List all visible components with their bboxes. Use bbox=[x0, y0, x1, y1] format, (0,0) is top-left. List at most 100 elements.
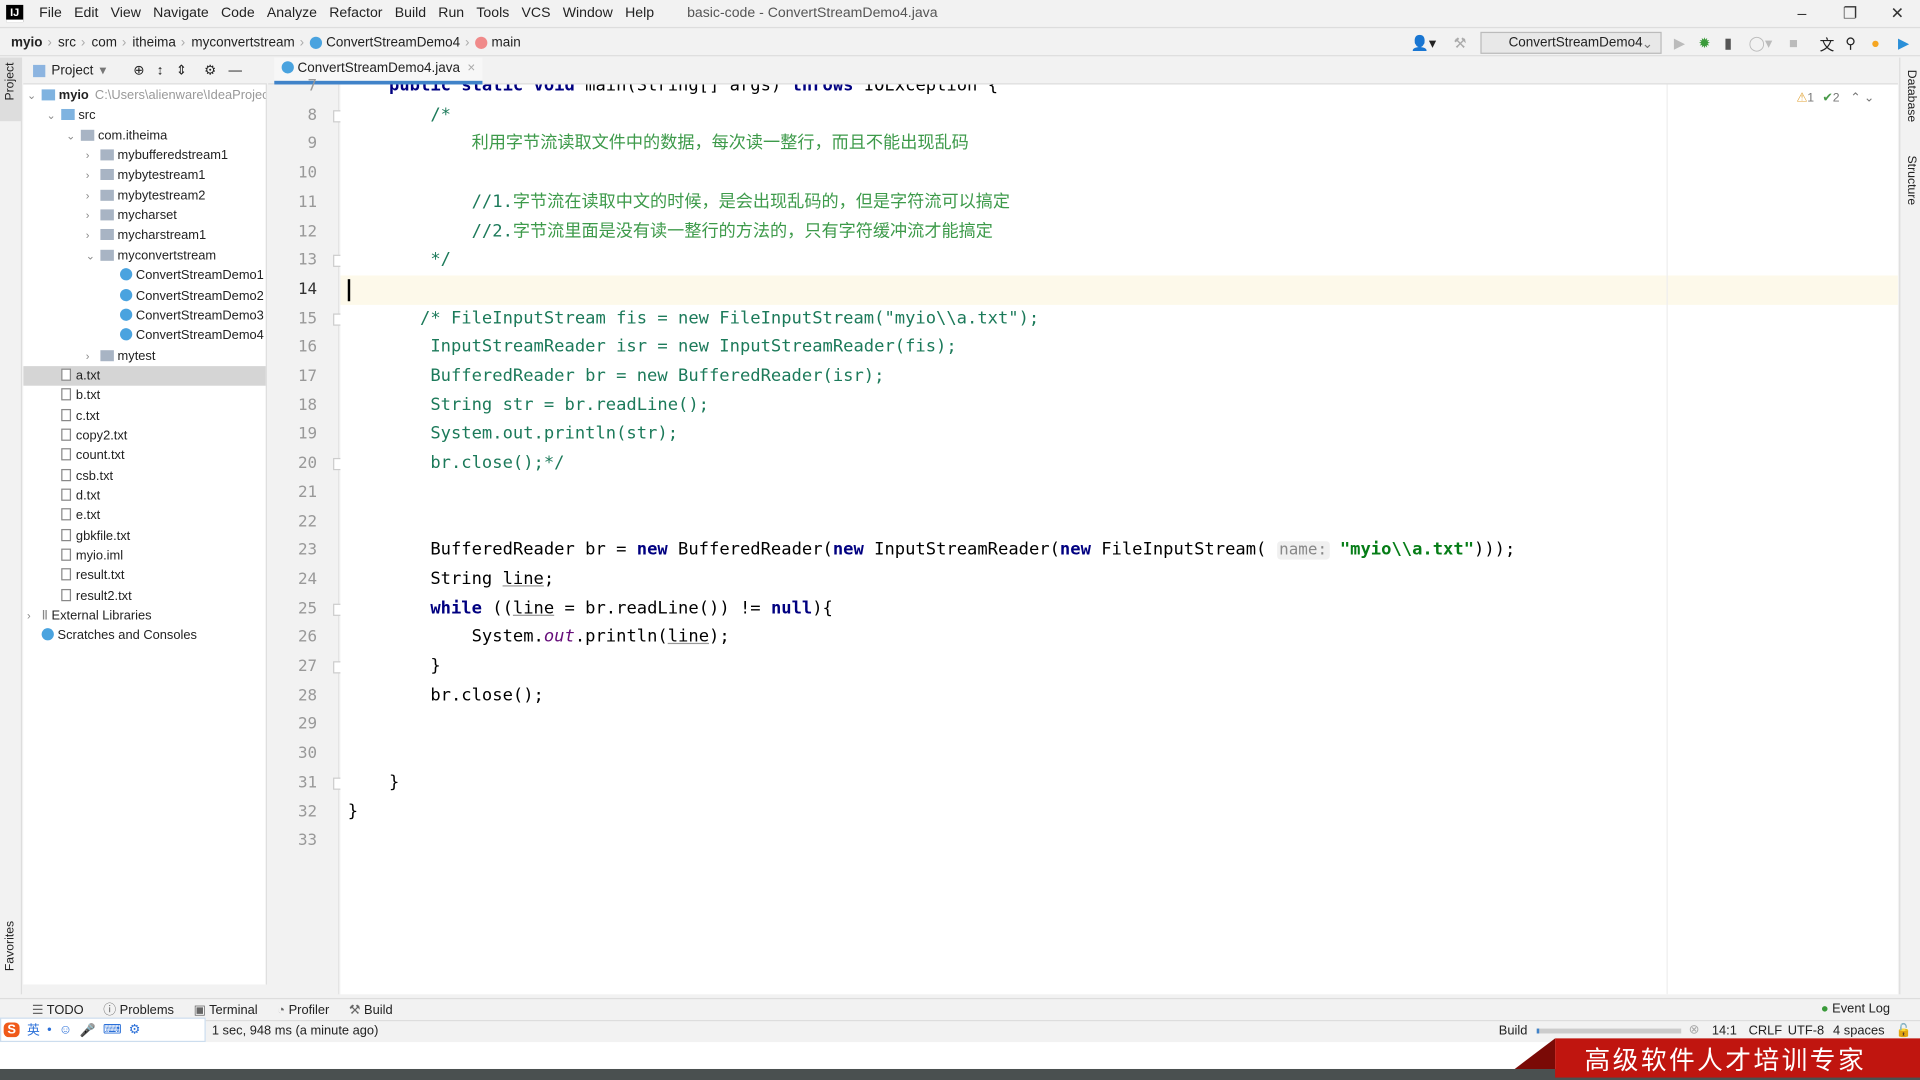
coverage-icon[interactable]: ▮ bbox=[1724, 34, 1732, 51]
breadcrumb-item[interactable]: ConvertStreamDemo4 bbox=[326, 35, 460, 50]
tree-item[interactable]: gbkfile.txt bbox=[23, 526, 265, 546]
tree-item[interactable]: ⌄ myio C:\Users\alienware\IdeaProjects bbox=[23, 86, 266, 106]
tree-item[interactable]: ⌄ com.itheima bbox=[23, 126, 265, 146]
breadcrumb-item[interactable]: myconvertstream bbox=[191, 35, 294, 50]
stop-icon[interactable]: ■ bbox=[1789, 34, 1798, 51]
tree-item[interactable]: › Ⅱ External Libraries bbox=[23, 606, 265, 626]
menu-vcs[interactable]: VCS bbox=[515, 6, 556, 21]
menu-navigate[interactable]: Navigate bbox=[147, 6, 215, 21]
menu-edit[interactable]: Edit bbox=[68, 6, 105, 21]
tree-item[interactable]: d.txt bbox=[23, 486, 265, 506]
menu-view[interactable]: View bbox=[105, 6, 148, 21]
collapse-all-icon[interactable]: ⇕ bbox=[176, 62, 187, 79]
project-tool-button[interactable]: Project bbox=[4, 62, 17, 100]
tree-item[interactable]: ⌄ src bbox=[23, 106, 265, 126]
menu-window[interactable]: Window bbox=[557, 6, 619, 21]
breadcrumb-item[interactable]: myio bbox=[11, 35, 42, 50]
tree-item[interactable]: ConvertStreamDemo3 bbox=[23, 306, 265, 326]
line-separator[interactable]: CRLF bbox=[1749, 1024, 1783, 1039]
tree-item[interactable]: Scratches and Consoles bbox=[23, 626, 265, 646]
tree-item[interactable]: e.txt bbox=[23, 506, 265, 526]
tree-item[interactable]: copy2.txt bbox=[23, 426, 265, 446]
tree-item[interactable]: b.txt bbox=[23, 386, 265, 406]
tree-item-label: copy2.txt bbox=[75, 428, 128, 444]
menu-file[interactable]: File bbox=[33, 6, 68, 21]
tree-item[interactable]: › mycharset bbox=[23, 206, 265, 226]
tree-item[interactable]: result2.txt bbox=[23, 586, 265, 606]
gear-icon[interactable]: ⚙ bbox=[204, 62, 216, 79]
menu-analyze[interactable]: Analyze bbox=[261, 6, 323, 21]
update-icon[interactable]: ● bbox=[1871, 34, 1880, 51]
tree-item[interactable]: result.txt bbox=[23, 566, 265, 586]
tree-item[interactable]: › mybytestream1 bbox=[23, 166, 265, 186]
menu-refactor[interactable]: Refactor bbox=[323, 6, 388, 21]
inspection-widget[interactable]: ⚠1 ✔2 ⌃ ⌄ bbox=[1796, 92, 1874, 105]
tree-item[interactable]: csb.txt bbox=[23, 466, 265, 486]
locate-icon[interactable]: ⊕ bbox=[133, 62, 144, 79]
profile-icon[interactable]: ◯▾ bbox=[1749, 34, 1773, 51]
run-config-select[interactable]: ConvertStreamDemo4 ⌄ bbox=[1480, 31, 1662, 54]
tree-item[interactable]: ConvertStreamDemo2 bbox=[23, 286, 265, 306]
tool-window-terminal[interactable]: ▣ Terminal bbox=[194, 1002, 258, 1017]
hide-icon[interactable]: — bbox=[228, 63, 241, 78]
menu-tools[interactable]: Tools bbox=[470, 6, 515, 21]
editor-tabs: ConvertStreamDemo4.java × bbox=[268, 57, 1898, 85]
close-tab-icon[interactable]: × bbox=[467, 61, 475, 76]
structure-tool-button[interactable]: Structure bbox=[1904, 156, 1917, 206]
minimize-button[interactable]: – bbox=[1798, 4, 1807, 22]
tree-item[interactable]: ⌄ myconvertstream bbox=[23, 246, 265, 266]
breadcrumb-item[interactable]: com bbox=[91, 35, 116, 50]
code-editor[interactable]: ⚠1 ✔2 ⌃ ⌄ public static void main(String… bbox=[340, 84, 1898, 995]
tree-item[interactable]: myio.iml bbox=[23, 546, 265, 566]
file-encoding[interactable]: UTF-8 bbox=[1788, 1024, 1824, 1039]
breadcrumb-item[interactable]: itheima bbox=[132, 35, 175, 50]
tree-item[interactable]: › mybytestream2 bbox=[23, 186, 265, 206]
tree-item-label: c.txt bbox=[75, 408, 100, 424]
run-icon[interactable]: ▶ bbox=[1674, 34, 1685, 51]
tool-window-todo[interactable]: ☰ TODO bbox=[32, 1002, 84, 1017]
favorites-tool-button[interactable]: Favorites bbox=[4, 921, 17, 971]
lock-icon[interactable]: 🔓 bbox=[1896, 1022, 1912, 1039]
user-icon[interactable]: 👤▾ bbox=[1411, 34, 1437, 51]
plugin-icon[interactable]: ▶ bbox=[1898, 34, 1909, 51]
event-log-button[interactable]: ● Event Log bbox=[1821, 1002, 1890, 1017]
indent-setting[interactable]: 4 spaces bbox=[1833, 1024, 1884, 1039]
menu-run[interactable]: Run bbox=[432, 6, 470, 21]
tool-window-build[interactable]: ⚒ Build bbox=[349, 1002, 393, 1017]
chevron-down-icon: ⌄ bbox=[66, 129, 76, 142]
text-file-icon bbox=[61, 428, 72, 441]
tree-item[interactable]: c.txt bbox=[23, 406, 265, 426]
hammer-icon[interactable]: ⚒ bbox=[1453, 34, 1466, 51]
tree-item[interactable]: ConvertStreamDemo1 bbox=[23, 266, 265, 286]
tree-item[interactable]: a.txt bbox=[23, 365, 266, 386]
code-line: //2.字节流里面是没有读一整行的方法的，只有字符缓冲流才能搞定 bbox=[348, 217, 993, 246]
expand-all-icon[interactable]: ↕ bbox=[157, 63, 164, 78]
debug-icon[interactable]: ✹ bbox=[1698, 34, 1710, 51]
window-title: basic-code - ConvertStreamDemo4.java bbox=[687, 6, 938, 21]
menu-build[interactable]: Build bbox=[389, 6, 433, 21]
tree-item[interactable]: count.txt bbox=[23, 446, 265, 466]
tree-item[interactable]: ConvertStreamDemo4 bbox=[23, 326, 265, 346]
tree-item[interactable]: › mytest bbox=[23, 346, 265, 366]
restore-button[interactable]: ❐ bbox=[1843, 4, 1857, 24]
breadcrumb-item[interactable]: src bbox=[58, 35, 76, 50]
search-icon[interactable]: ⚲ bbox=[1845, 34, 1856, 51]
tool-window-problems[interactable]: ⓘ Problems bbox=[103, 1000, 174, 1018]
project-view-select[interactable]: Project bbox=[51, 63, 93, 78]
tree-item[interactable]: › mycharstream1 bbox=[23, 226, 265, 246]
menu-help[interactable]: Help bbox=[619, 6, 660, 21]
caret-position[interactable]: 14:1 bbox=[1712, 1024, 1737, 1039]
line-number: 25 bbox=[297, 599, 318, 618]
close-button[interactable]: ✕ bbox=[1891, 4, 1904, 24]
breadcrumb-item[interactable]: main bbox=[492, 35, 521, 50]
code-token: } bbox=[347, 772, 400, 792]
tree-item[interactable]: › mybufferedstream1 bbox=[23, 146, 265, 166]
tool-window-profiler[interactable]: ◔ Profiler bbox=[277, 1002, 329, 1017]
menu-code[interactable]: Code bbox=[215, 6, 261, 21]
chevron-down-icon: ⌄ bbox=[46, 109, 56, 122]
translate-icon[interactable]: 文 bbox=[1820, 34, 1835, 55]
code-token: } bbox=[347, 801, 359, 822]
ime-toolbar[interactable]: S 英 • ☺ 🎤 ⌨ ⚙ bbox=[0, 1017, 206, 1043]
cancel-build-icon[interactable]: ⊗ bbox=[1689, 1022, 1700, 1037]
database-tool-button[interactable]: Database bbox=[1904, 70, 1917, 122]
